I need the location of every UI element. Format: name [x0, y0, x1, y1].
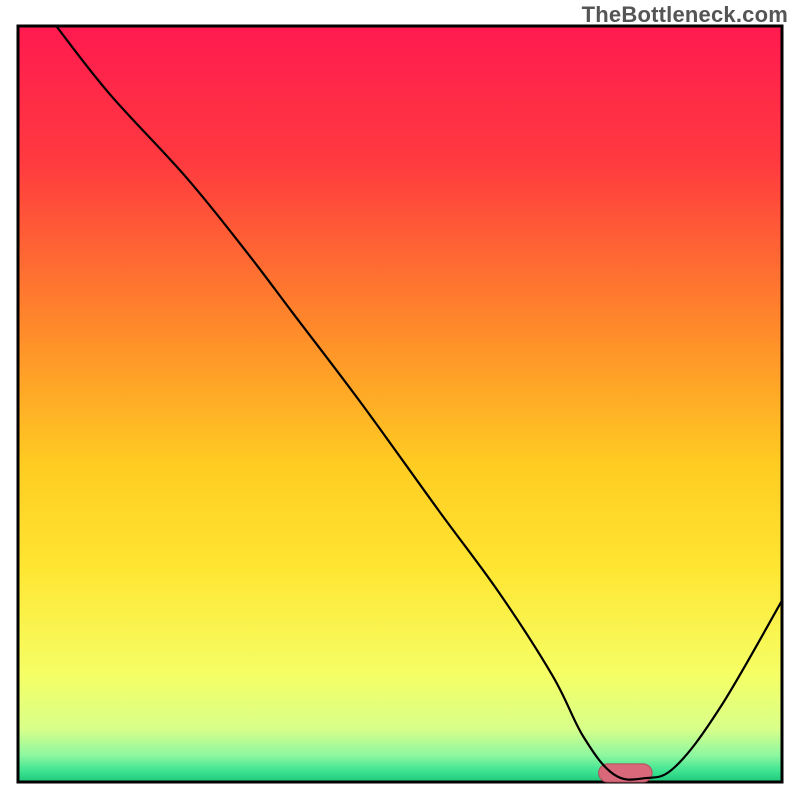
bottleneck-chart: TheBottleneck.com [0, 0, 800, 800]
watermark-text: TheBottleneck.com [582, 2, 788, 28]
chart-background [18, 26, 782, 782]
chart-canvas [0, 0, 800, 800]
